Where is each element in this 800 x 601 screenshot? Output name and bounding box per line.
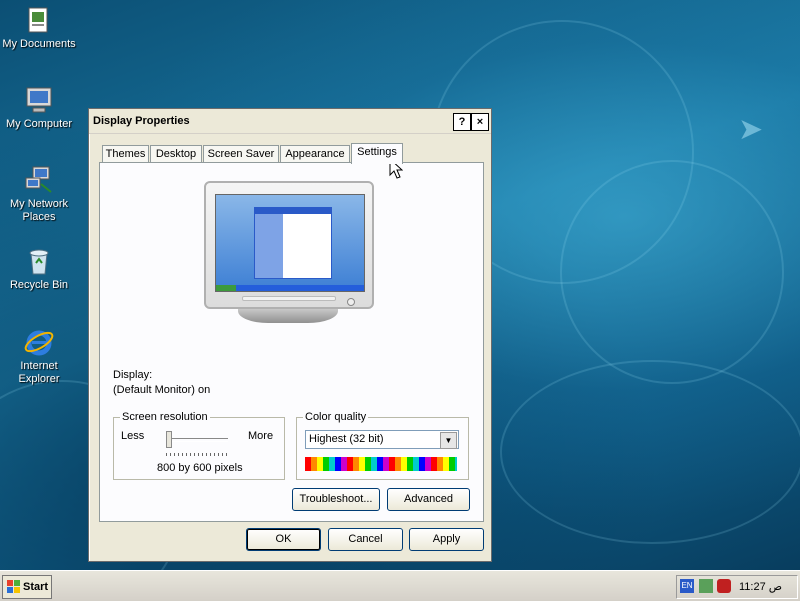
preview-taskbar xyxy=(216,285,364,291)
my-computer-icon xyxy=(26,87,52,113)
desktop-icon-my-documents[interactable]: My Documents xyxy=(0,4,78,51)
resolution-slider-track[interactable] xyxy=(166,438,228,442)
desktop-icon-my-computer[interactable]: My Computer xyxy=(0,84,78,131)
tab-screen-saver[interactable]: Screen Saver xyxy=(203,145,279,163)
tab-themes[interactable]: Themes xyxy=(102,145,149,163)
chevron-down-icon[interactable]: ▼ xyxy=(440,432,457,449)
desktop-icon-label: My Documents xyxy=(2,38,76,50)
display-label: Display: xyxy=(113,369,153,381)
color-spectrum-bar xyxy=(305,457,457,471)
security-shield-icon[interactable] xyxy=(717,579,731,593)
recycle-bin-icon xyxy=(29,249,49,275)
close-button[interactable]: × xyxy=(471,113,489,131)
help-button[interactable]: ? xyxy=(453,113,471,131)
cancel-button[interactable]: Cancel xyxy=(328,528,403,551)
network-places-icon xyxy=(25,166,52,193)
slider-ticks xyxy=(166,453,228,456)
screen-resolution-legend: Screen resolution xyxy=(120,411,210,423)
color-quality-value: Highest (32 bit) xyxy=(309,433,384,445)
settings-panel: Display: (Default Monitor) on Screen res… xyxy=(99,162,484,522)
apply-button[interactable]: Apply xyxy=(409,528,484,551)
dialog-titlebar[interactable]: Display Properties ? × xyxy=(89,109,491,134)
monitor-chin xyxy=(242,296,336,301)
wallpaper-swirl xyxy=(560,160,784,384)
clock[interactable]: 11:27 ص xyxy=(739,580,782,593)
system-tray: EN 11:27 ص xyxy=(676,575,798,599)
display-properties-dialog: Display Properties ? × Themes Desktop Sc… xyxy=(88,108,492,562)
power-button-icon xyxy=(347,298,355,306)
troubleshoot-button[interactable]: Troubleshoot... xyxy=(292,488,380,511)
advanced-button[interactable]: Advanced xyxy=(387,488,470,511)
color-quality-group: Color quality Highest (32 bit) ▼ xyxy=(296,411,469,480)
monitor-stand xyxy=(238,309,338,323)
monitor-preview xyxy=(204,181,374,326)
language-indicator[interactable]: EN xyxy=(680,579,694,593)
desktop-icon-label: Recycle Bin xyxy=(9,279,69,291)
resolution-slider-thumb[interactable] xyxy=(166,431,172,448)
windows-flag-icon xyxy=(7,580,20,593)
tab-appearance[interactable]: Appearance xyxy=(280,145,350,163)
dialog-title: Display Properties xyxy=(93,115,190,127)
desktop-icon-label: My Network Places xyxy=(9,198,69,223)
color-quality-select[interactable]: Highest (32 bit) ▼ xyxy=(305,430,459,449)
start-label: Start xyxy=(23,581,49,593)
wallpaper-swirl xyxy=(500,360,800,544)
taskbar: Start EN 11:27 ص xyxy=(0,570,800,601)
ok-button[interactable]: OK xyxy=(246,528,321,551)
slider-more-label: More xyxy=(248,430,274,442)
desktop-icon-recycle-bin[interactable]: Recycle Bin xyxy=(0,245,78,292)
start-button[interactable]: Start xyxy=(2,575,52,599)
color-quality-legend: Color quality xyxy=(303,411,369,423)
wallpaper-bird: ➤ xyxy=(738,113,764,146)
desktop-icon-label: Internet Explorer xyxy=(18,360,60,385)
preview-window xyxy=(254,207,332,279)
desktop-icon-internet-explorer[interactable]: Internet Explorer xyxy=(0,326,78,386)
tab-settings[interactable]: Settings xyxy=(351,143,403,164)
display-value: (Default Monitor) on xyxy=(113,384,211,396)
tab-desktop[interactable]: Desktop xyxy=(150,145,202,163)
monitor-bezel xyxy=(204,181,374,309)
resolution-value: 800 by 600 pixels xyxy=(157,462,243,474)
internet-explorer-icon xyxy=(24,330,54,356)
slider-less-label: Less xyxy=(121,430,145,442)
screen-resolution-group: Screen resolution Less More 800 by 600 p… xyxy=(113,411,285,480)
desktop-icon-label: My Computer xyxy=(5,118,73,130)
my-documents-icon xyxy=(28,7,48,33)
desktop-icon-network-places[interactable]: My Network Places xyxy=(0,164,78,224)
network-tray-icon[interactable] xyxy=(699,579,713,593)
monitor-screen xyxy=(215,194,365,292)
